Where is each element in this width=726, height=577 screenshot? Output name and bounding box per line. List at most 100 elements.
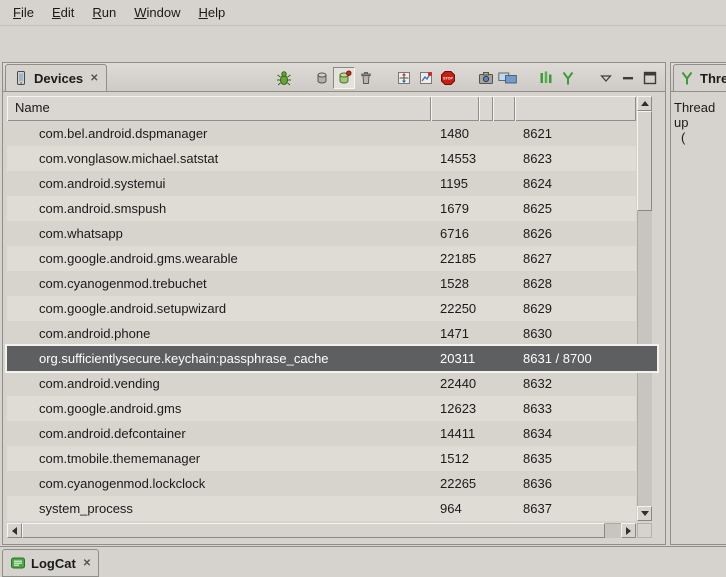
cell-name: com.android.vending (7, 371, 431, 396)
devices-tabbar: Devices ✕ STOP (3, 63, 665, 92)
column-header-port[interactable] (515, 96, 636, 121)
stop-process-icon[interactable]: STOP (437, 67, 459, 89)
table-row[interactable]: com.android.vending224408632 (7, 371, 636, 396)
cell-c3 (479, 396, 493, 421)
cell-name: com.android.systemui (7, 171, 431, 196)
close-icon[interactable]: ✕ (81, 558, 91, 569)
cell-name: com.android.defcontainer (7, 421, 431, 446)
cell-c4 (493, 421, 515, 446)
scroll-up-button[interactable] (637, 96, 652, 111)
cell-c4 (493, 221, 515, 246)
table-row[interactable]: com.tmobile.thememanager15128635 (7, 446, 636, 471)
table-row[interactable]: org.sufficientlysecure.keychain:passphra… (7, 346, 657, 371)
cell-name: com.google.android.gms (7, 396, 431, 421)
cell-c3 (479, 471, 493, 496)
debug-process-icon[interactable] (273, 67, 295, 89)
arrow-up-icon (641, 101, 649, 106)
table-row[interactable]: com.android.smspush16798625 (7, 196, 636, 221)
cell-c3 (479, 296, 493, 321)
bottom-tabbar: LogCat ✕ (0, 546, 726, 577)
cell-c4 (493, 296, 515, 321)
table-row[interactable]: com.whatsapp67168626 (7, 221, 636, 246)
cell-c3 (479, 371, 493, 396)
cell-c4 (493, 271, 515, 296)
column-header-3[interactable] (479, 96, 493, 121)
arrow-down-icon (641, 511, 649, 516)
tree-view-icon[interactable] (535, 67, 557, 89)
screen-capture-icon[interactable] (475, 67, 497, 89)
cell-c4 (493, 171, 515, 196)
cell-pid: 1480 (431, 121, 479, 146)
cell-c3 (479, 271, 493, 296)
multi-screen-icon[interactable] (497, 67, 519, 89)
scroll-left-button[interactable] (7, 523, 22, 538)
table-row[interactable]: com.android.systemui11958624 (7, 171, 636, 196)
start-profiling-icon[interactable] (415, 67, 437, 89)
cell-port: 8634 (515, 421, 636, 446)
table-row[interactable]: com.google.android.gms126238633 (7, 396, 636, 421)
cell-pid: 22440 (431, 371, 479, 396)
table-row[interactable]: com.cyanogenmod.lockclock222658636 (7, 471, 636, 496)
devices-panel: Devices ✕ STOP Name com.bel.android.dspm… (2, 62, 666, 545)
arrow-left-icon (12, 527, 17, 535)
cause-gc-icon[interactable] (355, 67, 377, 89)
cell-pid: 964 (431, 496, 479, 521)
horizontal-scrollbar-thumb[interactable] (22, 523, 605, 538)
menu-help[interactable]: Help (189, 2, 234, 23)
cell-port: 8631 / 8700 (515, 346, 657, 371)
view-menu-icon[interactable] (595, 67, 617, 89)
cell-c4 (493, 196, 515, 221)
cell-name: com.cyanogenmod.trebuchet (7, 271, 431, 296)
table-row[interactable]: com.android.defcontainer14411 8634 (7, 421, 636, 446)
table-header: Name (7, 96, 636, 121)
fork-view-icon[interactable] (557, 67, 579, 89)
update-heap-icon[interactable] (311, 67, 333, 89)
update-threads-icon[interactable] (393, 67, 415, 89)
tab-threads[interactable]: Threads (673, 64, 726, 91)
cell-name: com.google.android.gms.wearable (7, 246, 431, 271)
scroll-down-button[interactable] (637, 506, 652, 521)
menu-edit[interactable]: Edit (43, 2, 83, 23)
horizontal-scrollbar[interactable] (7, 523, 636, 538)
scroll-right-button[interactable] (621, 523, 636, 538)
dump-hprof-icon[interactable] (333, 67, 355, 89)
vertical-scrollbar-thumb[interactable] (637, 111, 652, 211)
menu-file[interactable]: File (4, 2, 43, 23)
menu-window[interactable]: Window (125, 2, 189, 23)
cell-c3 (479, 421, 493, 446)
menu-run[interactable]: Run (83, 2, 125, 23)
table-row[interactable]: com.android.phone14718630 (7, 321, 636, 346)
threads-message: Thread up ( (671, 92, 726, 145)
table-row[interactable]: system_process9648637 (7, 496, 636, 521)
cell-pid: 1195 (431, 171, 479, 196)
table-row[interactable]: com.bel.android.dspmanager14808621 (7, 121, 636, 146)
cell-c3 (479, 446, 493, 471)
table-row[interactable]: com.vonglasow.michael.satstat145538623 (7, 146, 636, 171)
table-row[interactable]: com.cyanogenmod.trebuchet15288628 (7, 271, 636, 296)
cell-name: com.cyanogenmod.lockclock (7, 471, 431, 496)
cell-port: 8625 (515, 196, 636, 221)
cell-port: 8630 (515, 321, 636, 346)
cell-name: com.android.smspush (7, 196, 431, 221)
table-row[interactable]: com.google.android.gms.wearable221858627 (7, 246, 636, 271)
cell-pid: 22250 (431, 296, 479, 321)
column-header-4[interactable] (493, 96, 515, 121)
column-header-name[interactable]: Name (7, 96, 431, 121)
threads-message-line1: Thread up (674, 100, 726, 130)
close-icon[interactable]: ✕ (88, 73, 98, 84)
column-header-pid[interactable] (431, 96, 479, 121)
threads-icon (679, 70, 695, 86)
device-icon (13, 70, 29, 86)
cell-c4 (493, 246, 515, 271)
vertical-scrollbar[interactable] (637, 96, 652, 521)
tab-logcat[interactable]: LogCat ✕ (2, 549, 99, 577)
cell-name: com.google.android.setupwizard (7, 296, 431, 321)
maximize-icon[interactable] (639, 67, 661, 89)
cell-c3 (479, 146, 493, 171)
minimize-icon[interactable] (617, 67, 639, 89)
cell-name: com.tmobile.thememanager (7, 446, 431, 471)
tab-devices[interactable]: Devices ✕ (5, 64, 107, 91)
cell-pid: 14411 (431, 421, 479, 446)
table-row[interactable]: com.google.android.setupwizard222508629 (7, 296, 636, 321)
cell-port: 8627 (515, 246, 636, 271)
